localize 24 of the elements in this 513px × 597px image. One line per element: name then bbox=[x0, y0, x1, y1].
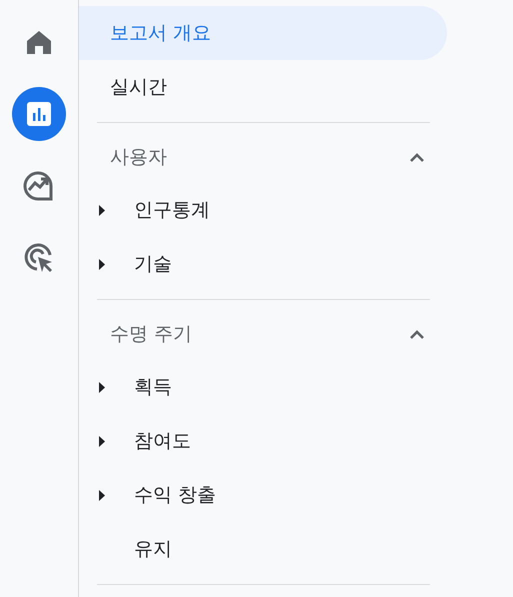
nav-item[interactable]: 참여도 bbox=[134, 426, 191, 456]
nav-item[interactable]: 유지 bbox=[134, 534, 172, 564]
section-header[interactable]: 사용자 bbox=[97, 131, 430, 183]
nav-item[interactable]: 인구통계 bbox=[134, 196, 210, 224]
chevron-up-icon[interactable] bbox=[410, 330, 424, 338]
nav-item[interactable]: 기술 bbox=[134, 250, 172, 278]
nav-item[interactable]: 보고서 개요 bbox=[79, 6, 447, 60]
expand-arrow-icon[interactable] bbox=[99, 258, 105, 270]
section-header[interactable]: 수명 주기 bbox=[97, 308, 430, 360]
nav-item[interactable]: 수익 창출 bbox=[134, 480, 216, 510]
expand-arrow-icon[interactable] bbox=[99, 382, 105, 392]
nav-item[interactable]: 획득 bbox=[134, 372, 172, 402]
section-title: 사용자 bbox=[110, 144, 167, 170]
expand-arrow-icon[interactable] bbox=[99, 436, 105, 446]
section-title: 수명 주기 bbox=[110, 322, 192, 347]
home-icon bbox=[26, 30, 52, 54]
nav-item[interactable]: 실시간 bbox=[79, 60, 447, 114]
expand-arrow-icon[interactable] bbox=[99, 490, 105, 500]
chevron-up-icon[interactable] bbox=[410, 152, 424, 162]
expand-arrow-icon[interactable] bbox=[99, 204, 105, 216]
trend-chart-icon bbox=[23, 170, 55, 202]
bar-chart-icon bbox=[26, 101, 52, 127]
reports-nav-button[interactable] bbox=[12, 87, 66, 141]
target-cursor-icon bbox=[23, 242, 55, 274]
